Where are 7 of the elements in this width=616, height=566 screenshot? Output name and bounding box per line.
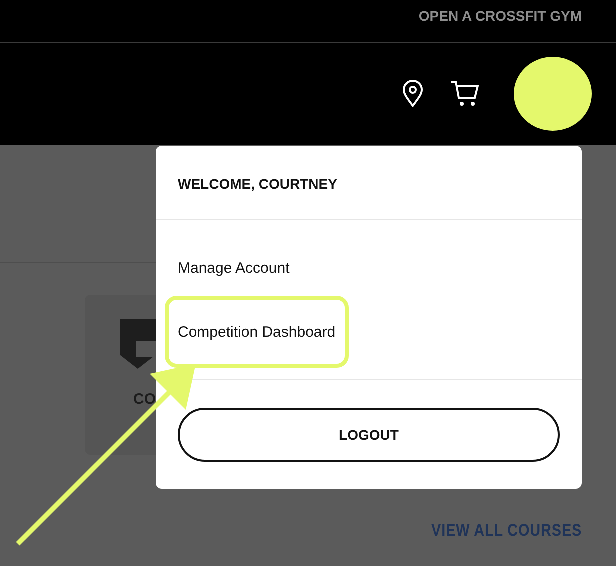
welcome-heading: WELCOME, COURTNEY bbox=[156, 146, 582, 220]
open-gym-link[interactable]: OPEN A CROSSFIT GYM bbox=[418, 8, 582, 24]
cart-icon[interactable] bbox=[450, 80, 480, 108]
menu-item[interactable]: Competition Dashboard bbox=[165, 296, 349, 368]
location-pin-icon[interactable] bbox=[402, 80, 424, 108]
card-title: CO bbox=[134, 391, 156, 408]
logout-button[interactable]: LOGOUT bbox=[178, 408, 560, 462]
